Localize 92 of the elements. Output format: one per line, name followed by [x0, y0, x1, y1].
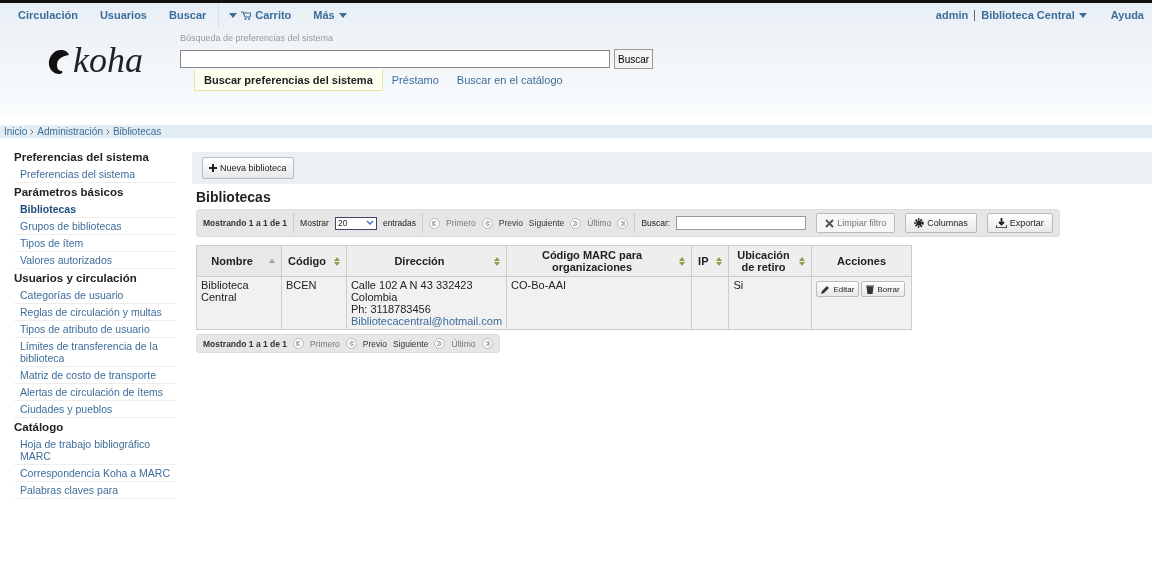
breadcrumb-link[interactable]: Administración [37, 126, 103, 137]
sidebar-item[interactable]: Preferencias del sistema [14, 166, 176, 183]
sort-icon[interactable] [716, 256, 723, 266]
column-header[interactable]: Ubicación de retiro [729, 245, 812, 277]
table-cell: CO-Bo-AAI [506, 276, 692, 330]
koha-logo[interactable]: koha [0, 27, 180, 97]
sidebar-item[interactable]: Tipos de atributo de usuario [14, 321, 176, 338]
column-header[interactable]: Nombre [196, 245, 282, 277]
sort-icon[interactable] [333, 256, 340, 266]
download-icon [995, 218, 1007, 228]
breadcrumb-link[interactable]: Inicio [4, 126, 28, 137]
search-label: Búsqueda de preferencias del sistema [180, 33, 335, 43]
nav-link[interactable]: Más [313, 9, 347, 21]
caret-icon [1078, 12, 1087, 18]
sidebar-item[interactable]: Matriz de costo de transporte [14, 367, 176, 384]
chevron-icon [105, 128, 110, 135]
table-cell: Si [729, 276, 812, 330]
sidebar-item[interactable]: Alertas de circulación de ítems [14, 384, 176, 401]
sort-icon[interactable] [799, 256, 806, 266]
pager-arrow-icon[interactable] [429, 217, 440, 229]
pager-link[interactable]: Siguiente [528, 218, 565, 228]
library-menu[interactable]: Biblioteca Central [981, 9, 1087, 21]
cart-icon [241, 10, 252, 20]
search-button[interactable]: Buscar [614, 49, 654, 69]
pager-arrow-icon[interactable] [570, 217, 582, 229]
sidebar-heading: Parámetros básicos [14, 185, 125, 200]
column-header[interactable]: IP [691, 245, 729, 277]
sidebar-item[interactable]: Valores autorizados [14, 252, 176, 269]
search-field[interactable] [180, 50, 610, 68]
nav-link[interactable]: Usuarios [99, 9, 147, 21]
plus-icon [209, 164, 217, 172]
address-line: Colombia [350, 291, 399, 303]
sidebar-item[interactable]: Correspondencia Koha a MARC [14, 465, 176, 482]
chevron-icon [30, 128, 35, 135]
page-size-select[interactable]: 20 [334, 216, 377, 230]
filter-field[interactable] [676, 216, 807, 230]
nav-link[interactable]: Circulación [18, 9, 78, 21]
breadcrumb-link[interactable]: Bibliotecas [112, 126, 162, 137]
show-label: Mostrar [300, 218, 329, 228]
sort-icon[interactable] [494, 256, 501, 266]
email-link[interactable]: Bibliotecacentral@hotmail.com [350, 315, 503, 327]
row-action-button[interactable]: Editar [816, 281, 860, 297]
column-header[interactable]: Dirección [346, 245, 507, 277]
column-header[interactable]: Código MARC para organizaciones [506, 245, 692, 277]
table-button[interactable]: Exportar [986, 213, 1053, 233]
page-title: Bibliotecas [196, 189, 272, 205]
caret-icon [338, 12, 347, 18]
sidebar-item[interactable]: Límites de transferencia de la biblioteca [14, 338, 176, 367]
address-line: Calle 102 A N 43 332423 [350, 279, 474, 291]
address-line: Ph: 3118783456 [350, 303, 432, 315]
table-button[interactable]: Columnas [905, 213, 977, 233]
trash-icon [866, 284, 875, 294]
filter-label: Buscar: [641, 218, 671, 228]
sidebar-item[interactable]: Grupos de bibliotecas [14, 218, 176, 235]
caret-icon [229, 12, 238, 18]
pager-arrow-icon[interactable] [434, 338, 446, 349]
sidebar-heading: Catálogo [14, 420, 65, 435]
column-header[interactable]: Código [281, 245, 347, 277]
user-name[interactable]: admin [935, 9, 969, 21]
pager-arrow-icon[interactable] [481, 217, 493, 229]
settings-icon [914, 218, 925, 228]
pager-link[interactable]: Previo [362, 338, 387, 349]
column-header[interactable]: Acciones [812, 245, 912, 277]
nav-link[interactable]: Buscar [169, 9, 207, 21]
help-link[interactable]: Ayuda [1110, 9, 1144, 21]
pager-link[interactable]: Previo [498, 218, 523, 228]
search-tab[interactable]: Buscar en el catálogo [447, 70, 572, 91]
sidebar-item[interactable]: Reglas de circulación y multas [14, 304, 176, 321]
close-icon [825, 218, 835, 228]
sidebar-item[interactable]: Bibliotecas [14, 201, 176, 218]
new-library-button[interactable]: Nueva biblioteca [202, 157, 294, 179]
pager-arrow-icon[interactable] [345, 338, 357, 349]
table-cell: BCEN [281, 276, 347, 330]
sort-icon[interactable] [679, 256, 686, 266]
row-action-button[interactable]: Borrar [861, 281, 905, 297]
sidebar-item[interactable]: Tipos de ítem [14, 235, 176, 252]
pager-info: Mostrando 1 a 1 de 1 [203, 338, 288, 349]
pager-info: Mostrando 1 a 1 de 1 [203, 218, 288, 228]
pager-link[interactable]: Siguiente [392, 338, 429, 349]
entries-label: entradas [382, 218, 416, 228]
pencil-icon [821, 284, 831, 294]
sidebar-item[interactable]: Hoja de trabajo bibliográfico MARC [14, 436, 176, 465]
table-cell: Biblioteca Central [196, 276, 282, 330]
sidebar-heading: Preferencias del sistema [14, 150, 150, 165]
search-tab[interactable]: Préstamo [382, 70, 448, 91]
sidebar-item[interactable]: Ciudades y pueblos [14, 401, 176, 418]
nav-link[interactable]: Carrito [229, 9, 292, 21]
sidebar-heading: Usuarios y circulación [14, 271, 138, 286]
sidebar-item[interactable]: Palabras claves para [14, 482, 176, 499]
sort-icon[interactable] [269, 259, 275, 263]
sidebar-item[interactable]: Categorías de usuario [14, 287, 176, 304]
search-tab[interactable]: Buscar preferencias del sistema [194, 70, 383, 91]
